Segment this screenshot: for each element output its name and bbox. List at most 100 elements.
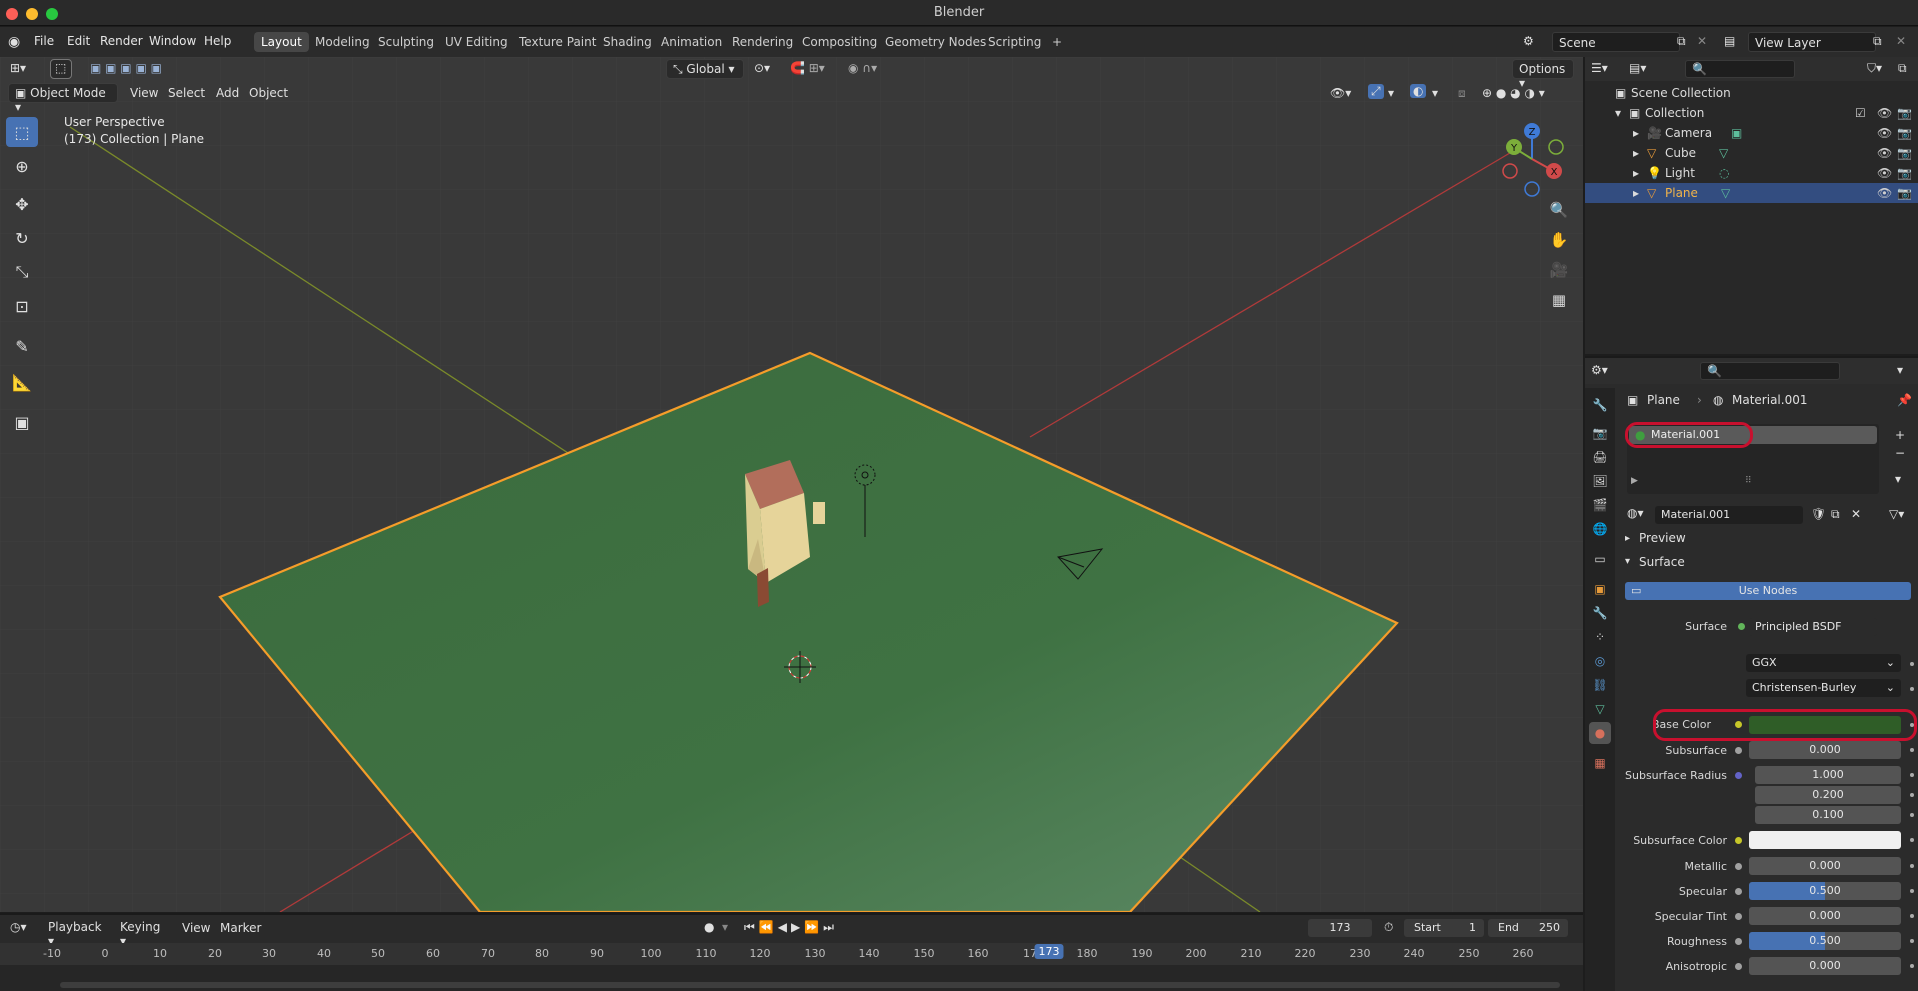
outliner-item-collection[interactable]: ▾ ▣ Collection ☑ 👁 📷 <box>1585 103 1918 123</box>
3d-viewport[interactable]: ⊞▾ ⬚ ▣ ▣ ▣ ▣ ▣ ⤡ Global ▾ ⊙▾ 🧲 ⊞▾ ◉ ∩▾ O… <box>0 57 1583 912</box>
keyframe-dot[interactable] <box>1910 748 1914 752</box>
link-type-icon[interactable]: ▽▾ <box>1889 507 1904 521</box>
view-layer-icon[interactable]: ▤ <box>1724 34 1735 48</box>
render-tab-icon[interactable]: 📷 <box>1589 422 1611 444</box>
outliner-editor-type-icon[interactable]: ☰▾ <box>1591 61 1608 75</box>
expand-arrow-icon[interactable]: ▾ <box>1615 106 1621 120</box>
preview-range-icon[interactable]: ⏱ <box>1384 920 1393 935</box>
annotate-tool-icon[interactable]: ✎ <box>6 331 38 361</box>
keyframe-dot[interactable] <box>1910 687 1914 691</box>
render-camera-icon[interactable]: 📷 <box>1897 126 1912 140</box>
scene-tab-icon[interactable]: 🎬 <box>1589 494 1611 516</box>
menu-add[interactable]: Add <box>216 86 239 100</box>
menu-help[interactable]: Help <box>204 34 231 48</box>
subsurface-radius-x-field[interactable]: 1.000 <box>1755 766 1901 784</box>
keying-menu[interactable]: Keying ▾ <box>114 918 174 948</box>
collection-tab-icon[interactable]: ▭ <box>1589 548 1611 570</box>
subsurface-color-swatch[interactable] <box>1749 831 1901 849</box>
record-keyframe-icon[interactable]: ● <box>704 920 714 934</box>
new-scene-icon[interactable]: ⧉ <box>1677 34 1686 49</box>
visibility-eye-icon[interactable]: 👁 <box>1877 186 1892 200</box>
subsurface-radius-socket-icon[interactable] <box>1735 772 1742 779</box>
timeline-ruler[interactable]: -10 0 10 20 30 40 50 60 70 80 90 100 110… <box>0 943 1583 965</box>
slot-expand-arrow-icon[interactable]: ▶ <box>1631 476 1638 486</box>
visibility-eye-icon[interactable]: 👁 <box>1877 166 1892 180</box>
timeline-view-menu[interactable]: View <box>182 921 210 935</box>
world-tab-icon[interactable]: 🌐 <box>1589 518 1611 540</box>
view-layer-tab-icon[interactable]: 🖼 <box>1589 470 1611 492</box>
slot-resize-handle[interactable]: ⠿ <box>1745 476 1752 486</box>
add-slot-icon[interactable]: + <box>1895 428 1905 442</box>
new-collection-icon[interactable]: ⧉ <box>1898 61 1907 76</box>
surface-shader-selector[interactable]: Principled BSDF <box>1749 618 1877 636</box>
unlink-material-icon[interactable]: ✕ <box>1851 507 1861 521</box>
expand-arrow-icon[interactable]: ▸ <box>1633 146 1639 160</box>
keyframe-dot[interactable] <box>1910 914 1914 918</box>
fake-user-icon[interactable]: 🛡 <box>1811 507 1826 521</box>
zoom-icon[interactable]: 🔍 <box>1546 197 1572 223</box>
mesh-data-icon[interactable]: ▽ <box>1721 186 1730 200</box>
visibility-eye-icon[interactable]: 👁 <box>1877 106 1892 120</box>
select-box-tool-icon[interactable]: ⬚ <box>6 117 38 147</box>
menu-edit[interactable]: Edit <box>67 34 90 48</box>
render-camera-icon[interactable]: 📷 <box>1897 106 1912 120</box>
render-camera-icon[interactable]: 📷 <box>1897 166 1912 180</box>
properties-editor-type-icon[interactable]: ⚙▾ <box>1591 363 1608 377</box>
cursor-tool-icon[interactable]: ⊕ <box>6 151 38 181</box>
keyframe-dot[interactable] <box>1910 813 1914 817</box>
surface-section-header[interactable]: Surface <box>1639 555 1685 569</box>
delete-scene-icon[interactable]: ✕ <box>1697 34 1707 48</box>
metallic-field[interactable]: 0.000 <box>1749 857 1901 875</box>
tab-uv-editing[interactable]: UV Editing <box>438 32 515 52</box>
gizmo-toggle-icon[interactable]: ⤢ <box>1368 84 1384 99</box>
data-tab-icon[interactable]: ▽ <box>1589 698 1611 720</box>
tab-layout[interactable]: Layout <box>254 32 309 52</box>
menu-object[interactable]: Object <box>249 86 288 100</box>
select-mode-icons[interactable]: ▣ ▣ ▣ ▣ ▣ <box>90 61 162 75</box>
constraints-tab-icon[interactable]: ⛓ <box>1589 674 1611 696</box>
start-frame-field[interactable]: Start 1 <box>1404 919 1484 937</box>
overlay-dropdown-icon[interactable]: ▾ <box>1432 86 1438 100</box>
outliner-item-cube[interactable]: ▸ ▽ Cube ▽ 👁 📷 <box>1585 143 1918 163</box>
blender-logo-icon[interactable]: ◉ <box>8 34 24 50</box>
menu-select[interactable]: Select <box>168 86 205 100</box>
ortho-grid-icon[interactable]: ▦ <box>1546 287 1572 313</box>
duplicate-material-icon[interactable]: ⧉ <box>1831 507 1840 522</box>
tab-rendering[interactable]: Rendering <box>725 32 800 52</box>
subsurface-field[interactable]: 0.000 <box>1749 741 1901 759</box>
distribution-dropdown[interactable]: GGX ⌄ <box>1746 654 1901 672</box>
outliner-item-plane[interactable]: ▸ ▽ Plane ▽ 👁 📷 <box>1585 183 1918 203</box>
display-mode-icon[interactable]: ▤▾ <box>1629 61 1646 75</box>
browse-material-icon[interactable]: ◍▾ <box>1627 506 1644 520</box>
add-workspace-button[interactable]: + <box>1045 32 1069 52</box>
scene-selector[interactable]: Scene <box>1552 32 1680 52</box>
filter-icon[interactable]: ⛉▾ <box>1867 61 1882 76</box>
tab-compositing[interactable]: Compositing <box>795 32 884 52</box>
subsurface-color-socket-icon[interactable] <box>1735 837 1742 844</box>
preview-expand-icon[interactable]: ▸ <box>1625 533 1630 544</box>
anisotropic-socket-icon[interactable] <box>1735 963 1742 970</box>
outliner-item-light[interactable]: ▸ 💡 Light ◌ 👁 📷 <box>1585 163 1918 183</box>
camera-view-icon[interactable]: 🎥 <box>1546 257 1572 283</box>
view-layer-selector[interactable]: View Layer <box>1748 32 1876 52</box>
pin-icon[interactable]: 📌 <box>1897 393 1912 407</box>
playhead-frame-label[interactable]: 173 <box>1034 944 1064 959</box>
roughness-field[interactable]: 0.500 <box>1749 932 1901 950</box>
overlay-toggle-icon[interactable]: ◐ <box>1410 84 1427 98</box>
keyframe-dot[interactable] <box>1910 838 1914 842</box>
outliner-search-input[interactable]: 🔍 <box>1685 60 1795 78</box>
menu-view[interactable]: View <box>130 86 158 100</box>
expand-arrow-icon[interactable]: ▸ <box>1633 186 1639 200</box>
keyframe-dot[interactable] <box>1910 793 1914 797</box>
roughness-socket-icon[interactable] <box>1735 938 1742 945</box>
specular-tint-field[interactable]: 0.000 <box>1749 907 1901 925</box>
tab-modeling[interactable]: Modeling <box>308 32 377 52</box>
pan-hand-icon[interactable]: ✋ <box>1546 227 1572 253</box>
pivot-point-icon[interactable]: ⊙▾ <box>754 61 770 75</box>
object-tab-icon[interactable]: ▣ <box>1589 578 1611 600</box>
measure-tool-icon[interactable]: 📐 <box>6 367 38 397</box>
expand-arrow-icon[interactable]: ▸ <box>1633 126 1639 140</box>
transform-tool-icon[interactable]: ⊡ <box>6 291 38 321</box>
shading-modes-icons[interactable]: ⊕ ● ◕ ◑ ▾ <box>1482 86 1545 100</box>
subsurface-method-dropdown[interactable]: Christensen-Burley ⌄ <box>1746 679 1901 697</box>
